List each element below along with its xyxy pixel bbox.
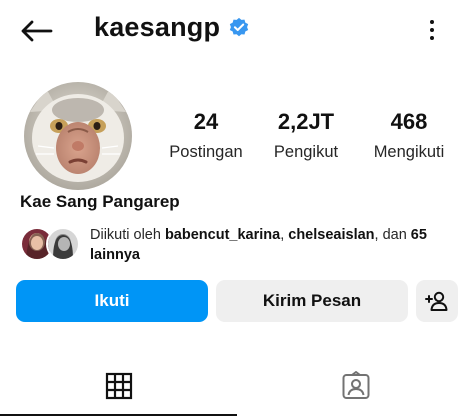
profile-photo	[24, 82, 132, 190]
followers-count[interactable]: 2,2JT Pengikut	[268, 108, 344, 164]
tab-posts-grid[interactable]	[0, 360, 237, 412]
verified-badge-icon	[230, 17, 249, 36]
mutual-follower-avatars	[20, 227, 82, 263]
more-vertical-icon-dot	[430, 28, 434, 32]
profile-avatar[interactable]	[24, 82, 132, 190]
more-vertical-icon-dot	[430, 36, 434, 40]
arrow-left-icon	[21, 20, 53, 42]
grid-icon	[105, 372, 132, 400]
message-button[interactable]: Kirim Pesan	[216, 280, 408, 322]
posts-count[interactable]: 24 Postingan	[164, 108, 248, 164]
profile-header: kaesangp	[0, 0, 474, 60]
suggested-accounts-button[interactable]	[416, 280, 458, 322]
following-count-label: Mengikuti	[373, 143, 445, 161]
full-name: Kae Sang Pangarep	[20, 192, 180, 211]
posts-count-label: Postingan	[169, 143, 243, 161]
mutual-followers[interactable]: Diikuti oleh babencut_karina, chelseaisl…	[20, 225, 460, 265]
following-count[interactable]: 468 Mengikuti	[364, 108, 454, 164]
mutual-prefix: Diikuti oleh	[90, 227, 165, 243]
following-count-value: 468	[390, 109, 428, 134]
back-button[interactable]	[16, 14, 56, 48]
add-person-icon	[425, 291, 448, 311]
followers-count-value: 2,2JT	[277, 109, 335, 134]
followers-count-label: Pengikut	[273, 143, 339, 161]
mutual-user-link[interactable]: babencut_karina	[165, 227, 280, 243]
mutual-middle: , dan	[374, 227, 411, 243]
follow-button[interactable]: Ikuti	[16, 280, 208, 322]
tagged-person-icon	[342, 371, 369, 399]
profile-tabs	[0, 360, 474, 417]
username-group: kaesangp	[94, 12, 250, 43]
posts-count-value: 24	[193, 109, 219, 134]
active-tab-indicator	[0, 414, 237, 416]
tab-tagged[interactable]	[237, 360, 474, 412]
username: kaesangp	[94, 12, 221, 42]
more-vertical-icon-dot	[430, 20, 434, 24]
mutual-followers-text: Diikuti oleh babencut_karina, chelseaisl…	[90, 225, 462, 265]
more-options-button[interactable]	[420, 14, 444, 46]
mutual-follower-avatar	[46, 227, 80, 261]
mutual-user-link[interactable]: chelseaislan	[288, 227, 374, 243]
